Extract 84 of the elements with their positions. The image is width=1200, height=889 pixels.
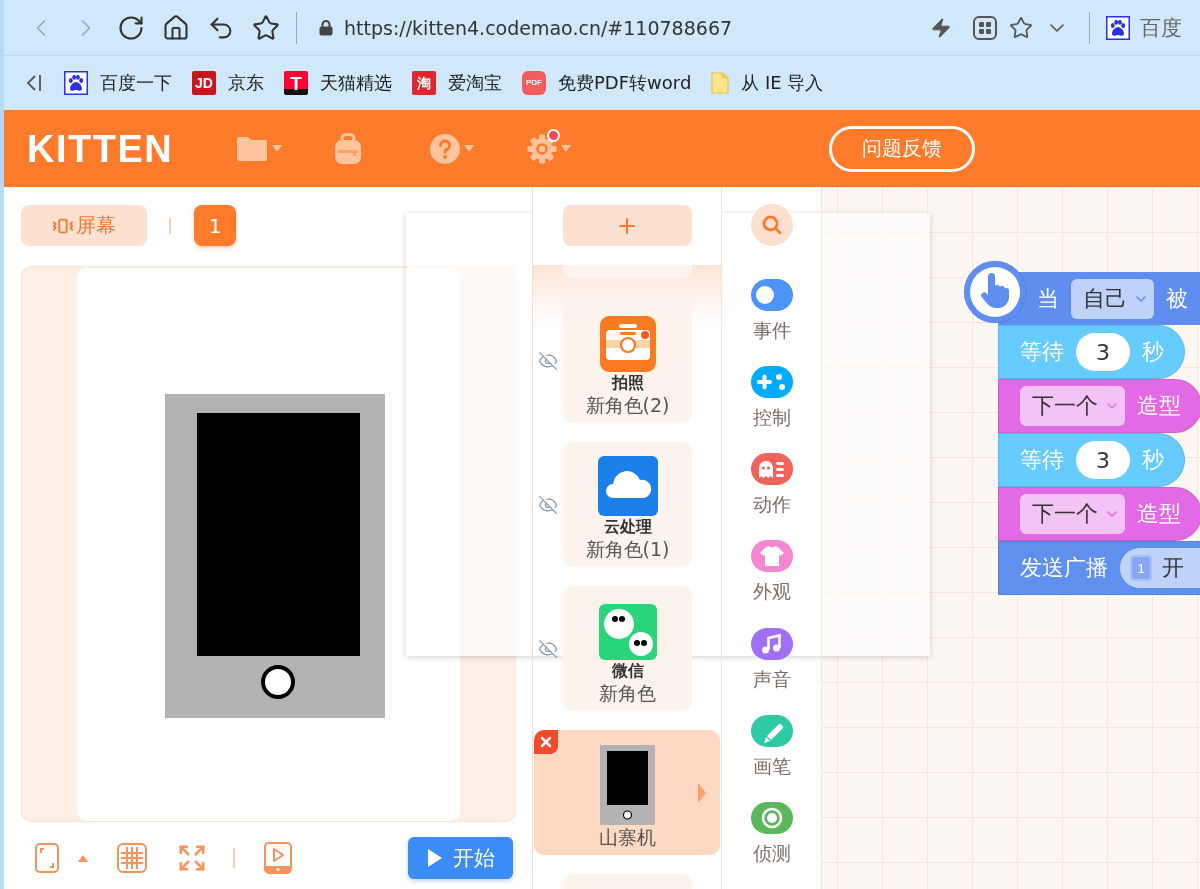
caret-icon[interactable] — [464, 145, 474, 152]
code-block[interactable]: 等待 3 秒 — [998, 325, 1185, 379]
bookmark-link[interactable]: 从 IE 导入 — [711, 71, 824, 95]
category-button[interactable]: 画笔 — [750, 714, 793, 802]
expand-icon[interactable] — [177, 843, 207, 873]
code-block[interactable]: 下一个 造型 — [998, 379, 1200, 433]
sprite-caption: 云处理 — [603, 517, 652, 537]
block-label: 等待 — [1020, 341, 1064, 363]
block-label: 造型 — [1137, 503, 1181, 525]
pointer-hand-icon — [963, 260, 1027, 324]
chat-bubbles-icon — [598, 604, 657, 660]
folder-icon — [711, 71, 730, 95]
block-label: 当 — [1037, 287, 1059, 310]
site-logo: T — [284, 71, 308, 95]
site-logo: 淘 — [412, 71, 436, 95]
sprite-name: 新角色(2) — [585, 394, 670, 417]
category-button[interactable]: 外观 — [750, 540, 793, 628]
event-hat-block[interactable]: 当 自己 被 — [963, 260, 1200, 325]
paw-icon — [1106, 15, 1130, 40]
category-button[interactable]: 动作 — [750, 453, 793, 541]
dropdown-field[interactable]: 下一个 — [1020, 386, 1125, 426]
sprite-name: 新角色(1) — [585, 538, 670, 561]
sprite-name: 山寨机 — [598, 826, 656, 849]
play-icon — [426, 848, 443, 868]
grid-icon[interactable] — [973, 15, 997, 40]
phone-play-icon[interactable] — [264, 842, 292, 874]
bookmark-link[interactable]: 百度一下 — [64, 71, 172, 95]
site-logo: JD — [192, 71, 216, 95]
block-label: 发送广播 — [1020, 557, 1108, 579]
block-label: 秒 — [1142, 449, 1164, 471]
bookmark-link[interactable]: T 天猫精选 — [284, 71, 392, 95]
category-button[interactable]: 控制 — [750, 366, 793, 454]
cloud-icon — [597, 456, 658, 516]
block-label: 等待 — [1020, 449, 1064, 471]
sprite-card[interactable]: 云处理 新角色(1) — [563, 442, 692, 567]
number-field[interactable]: 3 — [1076, 441, 1130, 479]
caret-icon[interactable] — [272, 145, 282, 152]
lock-icon — [319, 19, 333, 36]
block-label: 造型 — [1137, 395, 1181, 417]
block-label: 被 — [1166, 287, 1188, 310]
code-block[interactable]: 下一个 造型 — [998, 487, 1200, 541]
address-field[interactable]: https://kitten4.codemao.cn/#110788667 — [344, 16, 733, 39]
folder-icon[interactable] — [236, 134, 268, 163]
bookmark-link[interactable]: 淘 爱淘宝 — [412, 71, 502, 95]
help-icon[interactable] — [430, 133, 460, 164]
reload-icon[interactable] — [116, 13, 145, 42]
lightning-icon[interactable] — [930, 16, 952, 39]
bookmark-link[interactable]: PDF 免费PDF转word — [522, 71, 692, 95]
sprite-card[interactable]: 微信 新角色 — [563, 586, 692, 711]
search-icon[interactable] — [750, 204, 793, 246]
eye-off-icon[interactable] — [538, 638, 558, 659]
message-badge: 1 — [1130, 555, 1152, 581]
sprite-caption: 拍照 — [611, 373, 644, 393]
caret-right-icon[interactable] — [698, 783, 706, 803]
site-logo: PDF — [522, 71, 546, 95]
dropdown-field[interactable]: 下一个 — [1020, 494, 1125, 534]
camera-icon — [599, 316, 656, 372]
settings-icon[interactable] — [527, 133, 557, 164]
message-field[interactable]: 1 开 — [1120, 548, 1200, 588]
sprite-caption: 微信 — [611, 661, 644, 681]
eye-off-icon[interactable] — [538, 494, 558, 515]
category-button[interactable]: 声音 — [750, 627, 793, 715]
category-button[interactable]: 事件 — [750, 279, 793, 367]
category-button[interactable]: 侦测 — [750, 801, 793, 889]
caret-icon[interactable] — [561, 145, 571, 152]
dropdown-field[interactable]: 自己 — [1071, 278, 1154, 319]
sprite-name: 新角色 — [599, 682, 656, 705]
kitten-logo: KITTEN — [27, 129, 174, 168]
star-icon[interactable] — [251, 13, 280, 42]
backpack-icon[interactable] — [333, 132, 363, 165]
code-block[interactable]: 发送广播 1 开 — [998, 541, 1200, 595]
close-icon[interactable] — [534, 730, 558, 754]
search-engine-button[interactable]: 百度 — [1106, 13, 1182, 42]
home-icon[interactable] — [161, 13, 190, 42]
sprite-card[interactable]: 山寨机 — [534, 730, 720, 855]
star-icon[interactable] — [1009, 15, 1033, 40]
caret-up-icon[interactable] — [78, 854, 88, 862]
block-label: 秒 — [1142, 341, 1164, 363]
paw-icon — [64, 71, 88, 95]
code-block[interactable]: 等待 3 秒 — [998, 433, 1185, 487]
fit-frame-icon[interactable] — [35, 843, 59, 873]
number-field[interactable]: 3 — [1076, 333, 1130, 371]
bookmark-link[interactable]: JD 京东 — [192, 71, 264, 95]
eye-off-icon[interactable] — [538, 350, 558, 371]
